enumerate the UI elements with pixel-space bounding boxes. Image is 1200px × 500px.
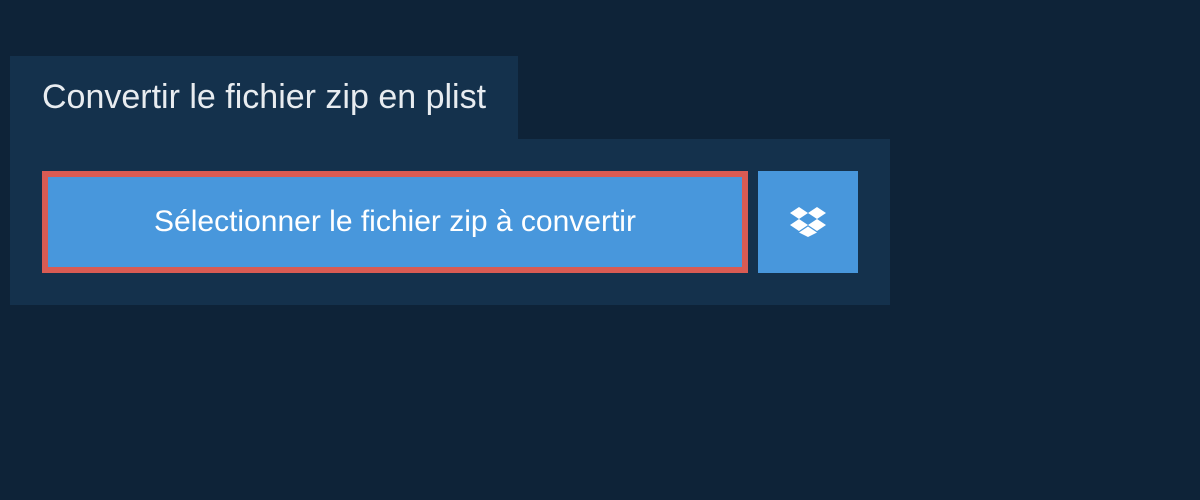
page-title-tab: Convertir le fichier zip en plist [10,56,518,139]
dropbox-button[interactable] [758,171,858,273]
dropbox-icon [790,206,826,238]
select-file-button[interactable]: Sélectionner le fichier zip à convertir [42,171,748,273]
select-file-label: Sélectionner le fichier zip à convertir [154,205,636,239]
content-panel: Sélectionner le fichier zip à convertir [10,139,890,305]
button-row: Sélectionner le fichier zip à convertir [42,171,858,273]
page-title: Convertir le fichier zip en plist [42,78,486,116]
